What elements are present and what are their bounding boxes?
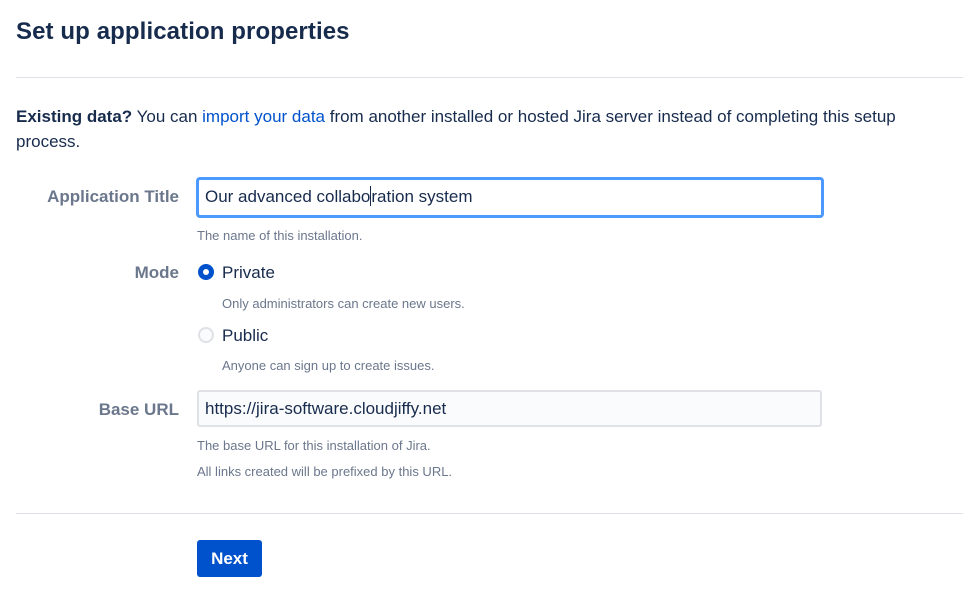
- existing-data-notice: Existing data? You can import your data …: [16, 104, 946, 154]
- mode-public-radio[interactable]: [198, 327, 214, 343]
- app-title-value-end: ration system: [371, 187, 473, 206]
- app-title-help: The name of this installation.: [197, 228, 363, 243]
- header-divider: [16, 77, 963, 78]
- app-title-label: Application Title: [47, 187, 179, 206]
- next-button[interactable]: Next: [197, 540, 262, 577]
- import-data-link[interactable]: import your data: [202, 107, 325, 126]
- mode-private-help: Only administrators can create new users…: [222, 296, 465, 311]
- base-url-help-line1: The base URL for this installation of Ji…: [197, 438, 431, 453]
- footer-divider: [16, 513, 963, 514]
- intro-text-before: You can: [132, 107, 203, 126]
- base-url-input[interactable]: https://jira-software.cloudjiffy.net: [197, 390, 822, 427]
- mode-public-label[interactable]: Public: [222, 326, 268, 346]
- existing-data-heading: Existing data?: [16, 107, 133, 126]
- page-title: Set up application properties: [16, 18, 350, 45]
- mode-public-help: Anyone can sign up to create issues.: [222, 358, 435, 373]
- base-url-label: Base URL: [98, 400, 179, 419]
- mode-private-radio[interactable]: [198, 264, 214, 280]
- app-title-value-start: Our advanced collabo: [205, 187, 371, 206]
- mode-label: Mode: [134, 263, 179, 282]
- mode-private-label[interactable]: Private: [222, 263, 275, 283]
- base-url-help-line2: All links created will be prefixed by th…: [197, 464, 453, 479]
- app-title-input[interactable]: Our advanced collaboration system: [197, 178, 823, 217]
